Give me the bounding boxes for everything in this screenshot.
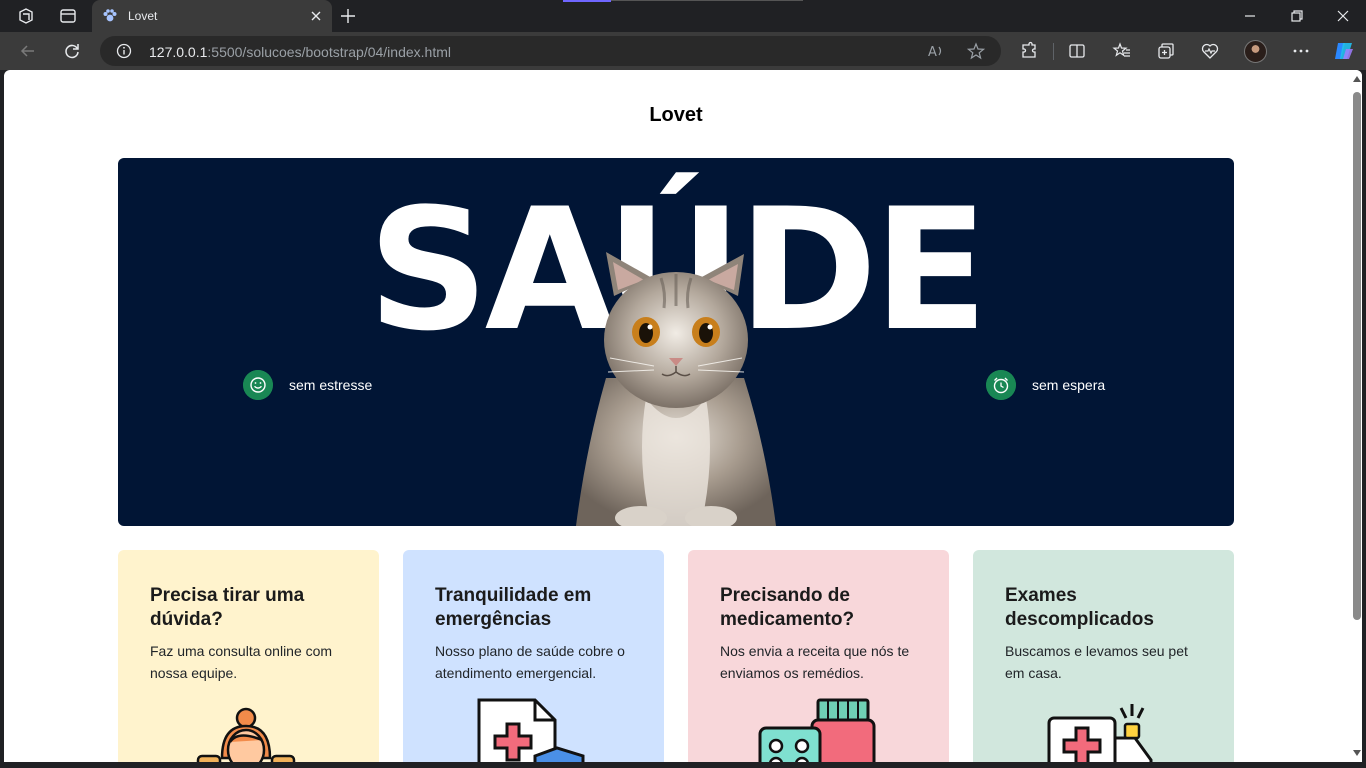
card-text: Faz uma consulta online com nossa equipe… (150, 643, 333, 681)
card-online-consult: Precisa tirar uma dúvida? Faz uma consul… (118, 550, 379, 762)
address-path: :5500/solucoes/bootstrap/04/index.html (207, 44, 451, 60)
card-exams: Exames descomplicados Buscamos e levamos… (973, 550, 1234, 762)
address-url[interactable]: 127.0.0.1:5500/solucoes/bootstrap/04/ind… (149, 44, 451, 60)
tab-strip-line (611, 0, 803, 1)
smile-icon (243, 370, 273, 400)
browser-toolbar: 127.0.0.1:5500/solucoes/bootstrap/04/ind… (0, 32, 1366, 70)
medicine-bottles-illustration (758, 698, 876, 762)
cat-photo (576, 252, 776, 526)
browser-tab-bar: Lovet (0, 0, 1366, 32)
card-text: Buscamos e levamos seu pet em casa. (1005, 643, 1188, 681)
card-title: Tranquilidade em emergências (435, 585, 592, 630)
tab-strip-accent (563, 0, 611, 2)
read-aloud-icon[interactable]: A (927, 42, 945, 60)
medical-document-illustration (477, 698, 585, 762)
card-title: Precisando de medicamento? (720, 585, 855, 630)
hero-banner: SAÚDE sem estresse sem espera (118, 158, 1234, 526)
browser-tab-active[interactable]: Lovet (92, 0, 332, 32)
paw-favicon-icon (103, 9, 117, 22)
tab-title: Lovet (128, 9, 158, 23)
workspaces-icon[interactable] (16, 6, 36, 26)
address-bar[interactable]: 127.0.0.1:5500/solucoes/bootstrap/04/ind… (100, 36, 1001, 66)
split-screen-icon[interactable] (1067, 41, 1087, 61)
new-tab-icon[interactable] (338, 6, 358, 26)
collections-icon[interactable] (1156, 41, 1176, 61)
favorites-icon[interactable] (1112, 41, 1132, 61)
vet-woman-illustration (196, 707, 296, 762)
feature-no-wait-label: sem espera (1032, 377, 1106, 393)
copilot-icon[interactable] (1332, 39, 1356, 63)
close-window-icon[interactable] (1333, 6, 1353, 26)
profile-avatar[interactable] (1244, 40, 1267, 63)
scroll-down-arrow[interactable] (1353, 750, 1361, 756)
more-options-icon[interactable] (1291, 41, 1311, 61)
refresh-icon[interactable] (62, 41, 82, 61)
card-text: Nosso plano de saúde cobre o atendimento… (435, 643, 625, 681)
toolbar-separator (1053, 43, 1054, 60)
browser-essentials-icon[interactable] (1200, 41, 1220, 61)
page-scrollbar[interactable] (1352, 70, 1362, 762)
address-host: 127.0.0.1 (149, 44, 208, 60)
close-tab-icon[interactable] (306, 6, 326, 26)
feature-no-stress-label: sem estresse (289, 377, 373, 393)
scroll-thumb[interactable] (1353, 92, 1361, 620)
card-title: Precisa tirar uma dúvida? (150, 585, 305, 630)
card-text: Nos envia a receita que nós te enviamos … (720, 643, 910, 681)
brand-title: Lovet (649, 104, 703, 126)
tab-actions-icon[interactable] (58, 6, 78, 26)
page-viewport: Lovet SAÚDE sem estresse sem espera Prec… (4, 70, 1362, 762)
ambulance-illustration (1047, 704, 1153, 762)
back-icon[interactable] (18, 41, 38, 61)
extensions-icon[interactable] (1019, 41, 1039, 61)
restore-icon[interactable] (1287, 6, 1307, 26)
card-emergency: Tranquilidade em emergências Nosso plano… (403, 550, 664, 762)
info-icon[interactable] (116, 43, 132, 59)
card-title: Exames descomplicados (1005, 585, 1154, 630)
card-medication: Precisando de medicamento? Nos envia a r… (688, 550, 949, 762)
svg-text:A: A (928, 45, 937, 60)
minimize-icon[interactable] (1240, 6, 1260, 26)
scroll-up-arrow[interactable] (1353, 76, 1361, 82)
alarm-clock-icon (986, 370, 1016, 400)
favorite-star-icon[interactable] (967, 42, 985, 60)
